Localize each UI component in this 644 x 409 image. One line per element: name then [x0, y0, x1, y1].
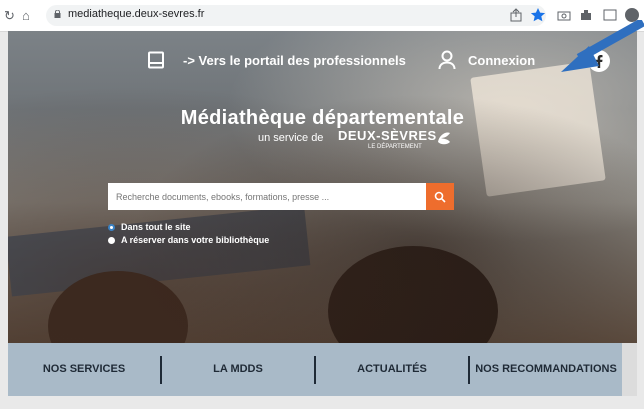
search-icon: [434, 191, 446, 203]
hero-banner: -> Vers le portail des professionnels Co…: [8, 31, 637, 343]
book-icon[interactable]: [147, 51, 165, 69]
subtitle-text: un service de: [258, 132, 324, 144]
bookmark-star-icon[interactable]: [530, 7, 546, 23]
search-button[interactable]: [426, 183, 454, 210]
pro-portal-link[interactable]: -> Vers le portail des professionnels: [183, 53, 406, 68]
brand-logo-subtext: LE DÉPARTEMENT: [368, 144, 422, 150]
main-menu: NOS SERVICES LA MDDS ACTUALITÉS NOS RECO…: [8, 343, 622, 396]
search-option-library[interactable]: A réserver dans votre bibliothèque: [108, 235, 269, 245]
address-bar[interactable]: mediatheque.deux-sevres.fr: [46, 5, 546, 26]
menu-item-mdds[interactable]: LA MDDS: [162, 343, 314, 396]
search-option-site[interactable]: Dans tout le site: [108, 222, 191, 232]
menu-item-news[interactable]: ACTUALITÉS: [316, 343, 468, 396]
menu-item-services[interactable]: NOS SERVICES: [8, 343, 160, 396]
user-icon[interactable]: [438, 50, 456, 70]
radio-unselected[interactable]: [108, 236, 115, 244]
reload-icon[interactable]: ↻: [4, 8, 15, 24]
deux-sevres-logo-icon: [438, 132, 450, 145]
search-input[interactable]: [108, 183, 428, 210]
login-link[interactable]: Connexion: [468, 53, 535, 68]
brand-logo-text: DEUX-SÈVRES: [338, 128, 437, 143]
search-option-label: Dans tout le site: [121, 222, 191, 232]
radio-selected[interactable]: [108, 223, 115, 231]
address-url[interactable]: mediatheque.deux-sevres.fr: [68, 8, 204, 20]
annotation-arrow-icon: [561, 20, 644, 72]
browser-toolbar: ↻ ⌂ mediatheque.deux-sevres.fr: [0, 0, 644, 32]
lock-icon: [54, 10, 61, 18]
scrollbar[interactable]: [622, 343, 637, 396]
search-option-label: A réserver dans votre bibliothèque: [121, 235, 270, 245]
menu-item-recommendations[interactable]: NOS RECOMMANDATIONS: [470, 343, 622, 396]
home-icon[interactable]: ⌂: [22, 8, 30, 23]
share-icon[interactable]: [508, 7, 524, 23]
page-title: Médiathèque départementale: [180, 107, 465, 129]
